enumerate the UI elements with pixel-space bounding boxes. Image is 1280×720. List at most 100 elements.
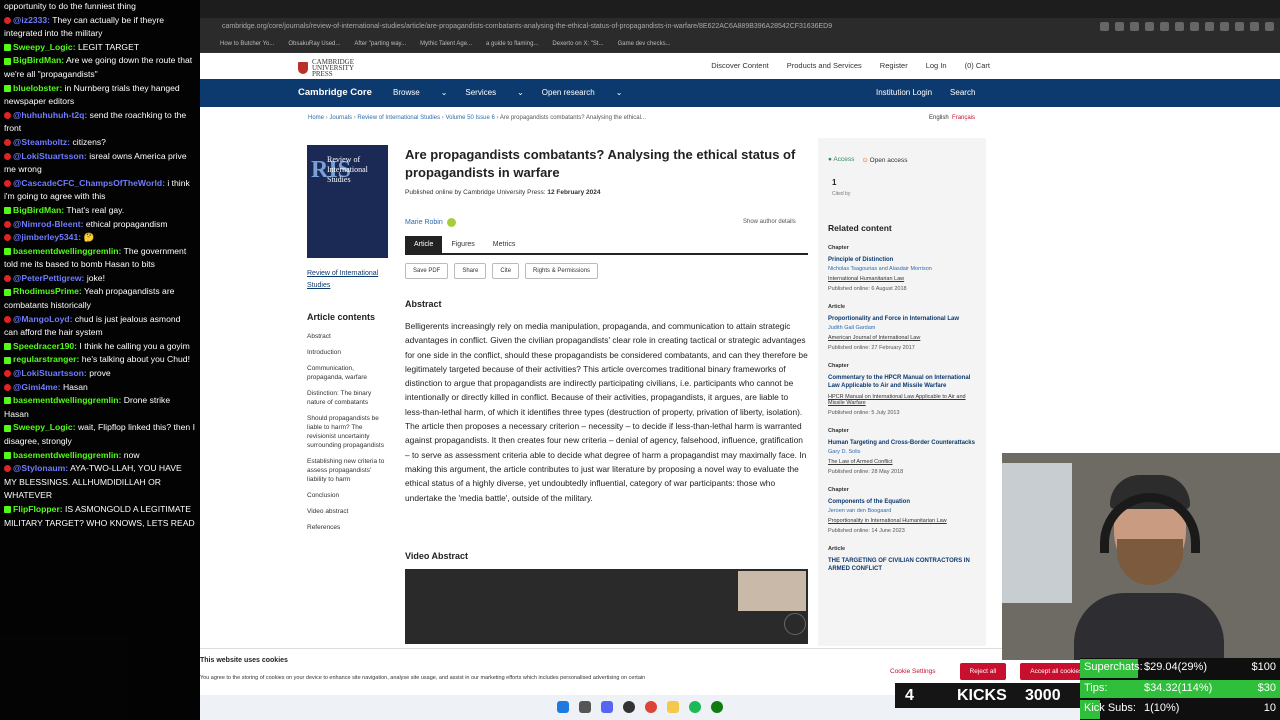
top-link[interactable]: Register bbox=[880, 61, 908, 70]
language-switch[interactable]: English Français bbox=[929, 115, 975, 121]
chrome-icon[interactable] bbox=[645, 701, 657, 713]
contents-item[interactable]: Video abstract bbox=[307, 507, 387, 516]
chat-username[interactable]: @Nimrod-Bleent: bbox=[13, 219, 83, 229]
related-title[interactable]: Human Targeting and Cross-Border Counter… bbox=[828, 439, 980, 447]
extension-icon[interactable] bbox=[1205, 22, 1214, 31]
chat-username[interactable]: @iz2333: bbox=[13, 15, 50, 25]
related-title[interactable]: THE TARGETING OF CIVILIAN CONTRACTORS IN… bbox=[828, 557, 980, 573]
contents-item[interactable]: Abstract bbox=[307, 332, 387, 341]
chat-username[interactable]: BigBirdMan: bbox=[13, 205, 64, 215]
tab-metrics[interactable]: Metrics bbox=[484, 236, 525, 253]
extension-icons[interactable] bbox=[1100, 22, 1274, 31]
extension-icon[interactable] bbox=[1130, 22, 1139, 31]
chat-username[interactable]: @LokiStuartsson: bbox=[13, 368, 87, 378]
related-title[interactable]: Commentary to the HPCR Manual on Interna… bbox=[828, 374, 980, 390]
orcid-icon[interactable] bbox=[446, 218, 456, 227]
lang-en[interactable]: English bbox=[929, 115, 949, 121]
bookmark-item[interactable]: After "parting way... bbox=[354, 41, 406, 47]
nav-item[interactable]: Services bbox=[465, 88, 496, 97]
tab-figures[interactable]: Figures bbox=[442, 236, 483, 253]
action-button[interactable]: Rights & Permissions bbox=[525, 263, 599, 279]
top-link[interactable]: Discover Content bbox=[711, 61, 769, 70]
related-authors[interactable]: Jeroen van den Boogaard bbox=[828, 508, 980, 514]
related-journal[interactable]: Proportionality in International Humanit… bbox=[828, 518, 980, 524]
chat-username[interactable]: BigBirdMan: bbox=[13, 55, 64, 65]
action-button[interactable]: Save PDF bbox=[405, 263, 449, 279]
author-name[interactable]: Marie Robin bbox=[405, 219, 443, 226]
journal-cover[interactable]: RIS Review of International Studies bbox=[307, 145, 388, 258]
bookmark-item[interactable]: Mythic Talent Age... bbox=[420, 41, 472, 47]
top-link[interactable]: Log In bbox=[926, 61, 947, 70]
bookmark-item[interactable]: ObsakuRay Used... bbox=[288, 41, 340, 47]
video-control-icon[interactable] bbox=[784, 613, 806, 635]
cited-label[interactable]: Cited by bbox=[832, 191, 850, 197]
core-logo[interactable]: Cambridge Core bbox=[298, 87, 372, 98]
extension-icon[interactable] bbox=[1100, 22, 1109, 31]
chat-username[interactable]: bluelobster: bbox=[13, 83, 62, 93]
chat-username[interactable]: basementdwellinggremlin: bbox=[13, 246, 121, 256]
related-journal[interactable]: American Journal of International Law bbox=[828, 335, 980, 341]
chat-username[interactable]: @jimberley5341: bbox=[13, 232, 81, 242]
journal-link[interactable]: Review of International Studies bbox=[307, 268, 391, 292]
start-icon[interactable] bbox=[557, 701, 569, 713]
author[interactable]: Marie Robin bbox=[405, 218, 456, 227]
action-button[interactable]: Share bbox=[454, 263, 487, 279]
extension-icon[interactable] bbox=[1250, 22, 1259, 31]
related-title[interactable]: Proportionality and Force in Internation… bbox=[828, 315, 980, 323]
related-title[interactable]: Components of the Equation bbox=[828, 498, 980, 506]
chat-username[interactable]: basementdwellinggremlin: bbox=[13, 450, 121, 460]
lang-fr[interactable]: Français bbox=[952, 115, 975, 121]
chat-username[interactable]: @Steamboltz: bbox=[13, 137, 70, 147]
contents-item[interactable]: Should propagandists be liable to harm? … bbox=[307, 414, 387, 450]
spotify-icon[interactable] bbox=[689, 701, 701, 713]
chat-username[interactable]: regularstranger: bbox=[13, 354, 79, 364]
extension-icon[interactable] bbox=[1220, 22, 1229, 31]
top-link[interactable]: Products and Services bbox=[787, 61, 862, 70]
contents-item[interactable]: Communication, propaganda, warfare bbox=[307, 364, 387, 382]
extension-icon[interactable] bbox=[1145, 22, 1154, 31]
contents-item[interactable]: Establishing new criteria to assess prop… bbox=[307, 457, 387, 484]
action-button[interactable]: Cite bbox=[492, 263, 520, 279]
chat-username[interactable]: @huhuhuhuh-t2q: bbox=[13, 110, 87, 120]
related-authors[interactable]: Gary D. Solis bbox=[828, 449, 980, 455]
obs-icon[interactable] bbox=[623, 701, 635, 713]
breadcrumb-item[interactable]: Review of International Studies bbox=[357, 115, 440, 121]
chat-username[interactable]: Sweepy_Logic: bbox=[13, 42, 76, 52]
chat-username[interactable]: @CascadeCFC_ChampsOfTheWorld: bbox=[13, 178, 165, 188]
browser-tab-strip[interactable] bbox=[200, 0, 1280, 18]
bookmark-item[interactable]: Game dev checks... bbox=[618, 41, 671, 47]
breadcrumb-item[interactable]: Volume 50 Issue 6 bbox=[445, 115, 494, 121]
bookmark-item[interactable]: How to Butcher Yo... bbox=[220, 41, 274, 47]
search-icon[interactable] bbox=[579, 701, 591, 713]
chat-username[interactable]: Speedracer190: bbox=[13, 341, 77, 351]
contents-item[interactable]: Conclusion bbox=[307, 491, 387, 500]
extension-icon[interactable] bbox=[1235, 22, 1244, 31]
breadcrumb-item[interactable]: Journals bbox=[329, 115, 352, 121]
tab-article[interactable]: Article bbox=[405, 236, 443, 253]
extension-icon[interactable] bbox=[1190, 22, 1199, 31]
extension-icon[interactable] bbox=[1175, 22, 1184, 31]
related-journal[interactable]: The Law of Armed Conflict bbox=[828, 459, 980, 465]
chat-username[interactable]: @Gimi4me: bbox=[13, 382, 61, 392]
nav-right-item[interactable]: Institution Login bbox=[876, 88, 932, 97]
chat-username[interactable]: @PeterPettigrew: bbox=[13, 273, 84, 283]
extension-icon[interactable] bbox=[1160, 22, 1169, 31]
video-player[interactable] bbox=[405, 569, 808, 644]
breadcrumb-item[interactable]: Home bbox=[308, 115, 324, 121]
nav-right-item[interactable]: Search bbox=[950, 88, 975, 97]
chat-username[interactable]: Sweepy_Logic: bbox=[13, 422, 76, 432]
reject-all-button[interactable]: Reject all bbox=[959, 663, 1007, 680]
discord-icon[interactable] bbox=[601, 701, 613, 713]
related-authors[interactable]: Nicholas Tsagourias and Alasdair Morriso… bbox=[828, 266, 980, 272]
chat-username[interactable]: @MangoLoyd: bbox=[13, 314, 72, 324]
related-journal[interactable]: HPCR Manual on International Law Applica… bbox=[828, 394, 980, 406]
cookie-settings-button[interactable]: Cookie Settings bbox=[880, 663, 946, 680]
related-journal[interactable]: International Humanitarian Law bbox=[828, 276, 980, 282]
url-text[interactable]: cambridge.org/core/journals/review-of-in… bbox=[222, 23, 832, 30]
bookmark-item[interactable]: Dexerto on X: "St... bbox=[552, 41, 603, 47]
contents-item[interactable]: Introduction bbox=[307, 348, 387, 357]
related-title[interactable]: Principle of Distinction bbox=[828, 256, 980, 264]
contents-item[interactable]: References bbox=[307, 523, 387, 532]
xbox-icon[interactable] bbox=[711, 701, 723, 713]
extension-icon[interactable] bbox=[1115, 22, 1124, 31]
